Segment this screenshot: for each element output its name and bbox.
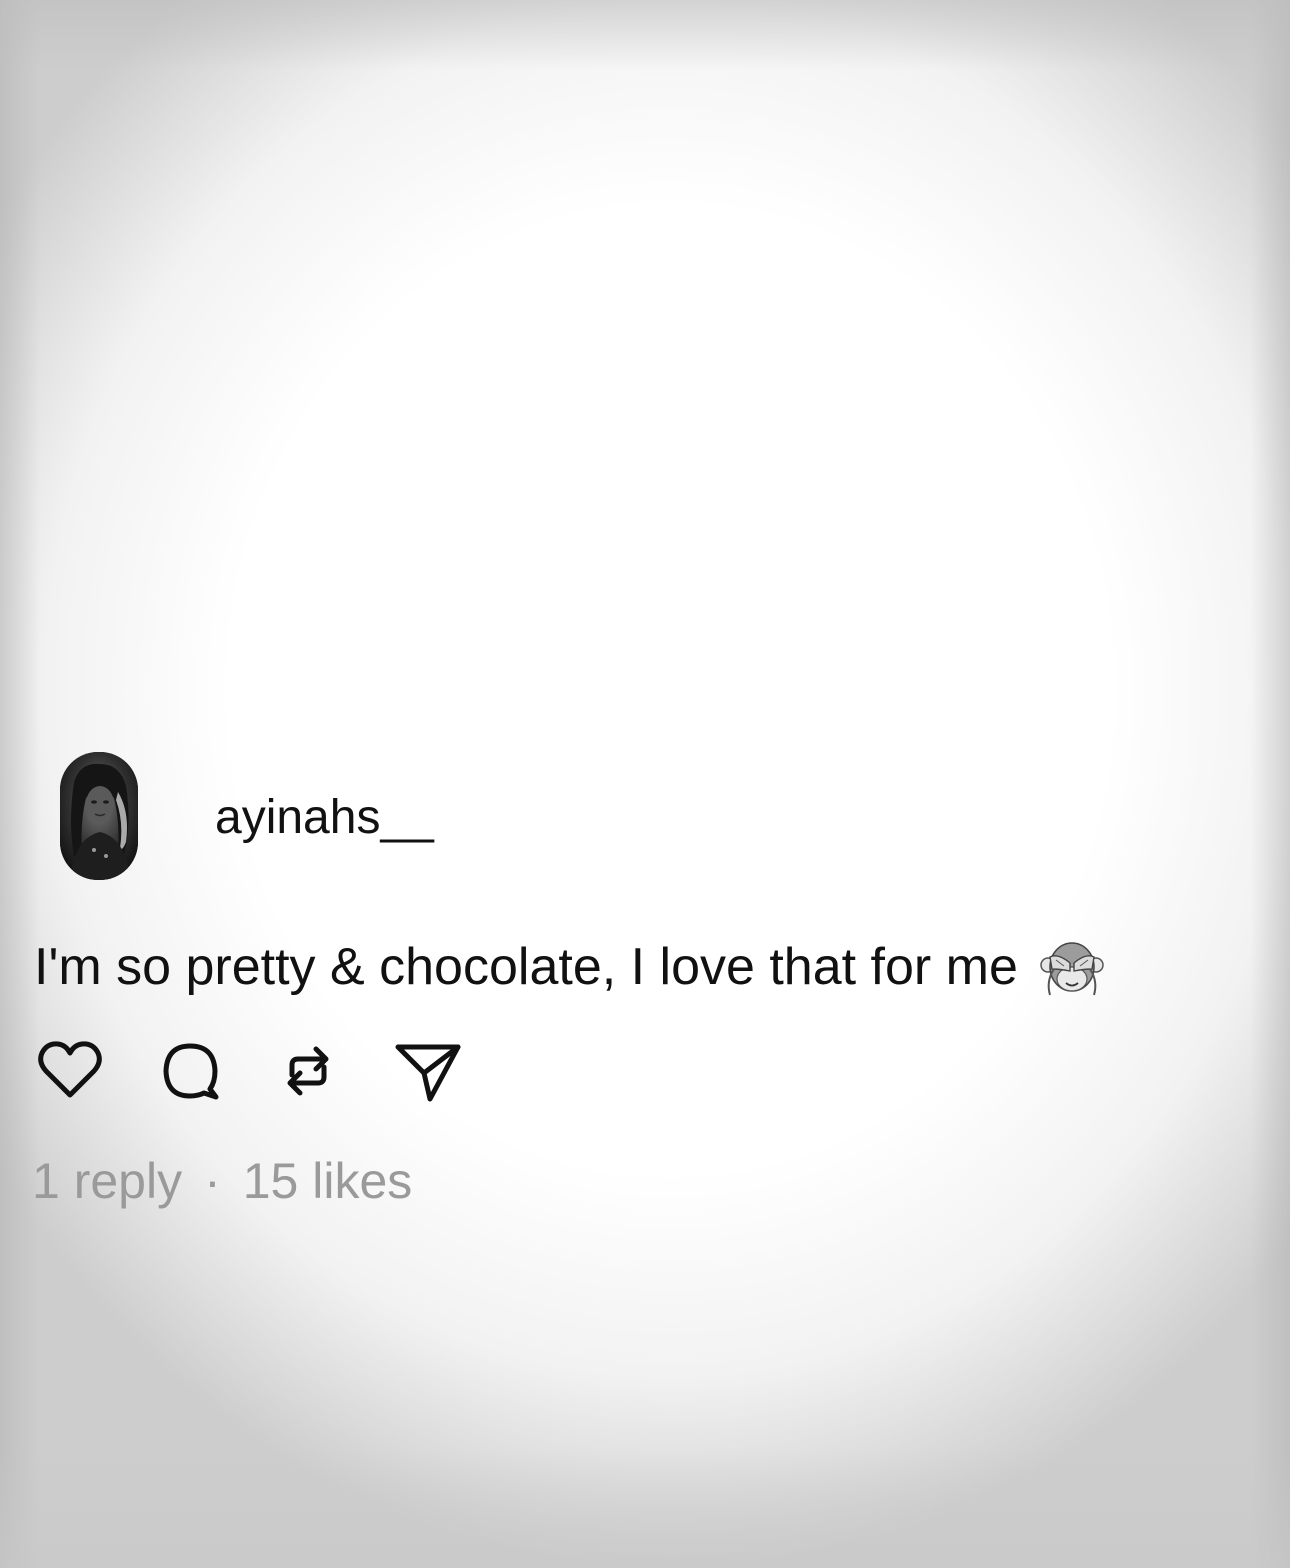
- post-text-content: I'm so pretty & chocolate, I love that f…: [34, 938, 1018, 996]
- share-button[interactable]: [392, 1035, 464, 1107]
- comment-icon: [163, 1043, 219, 1100]
- avatar-photo-icon: [60, 752, 138, 880]
- replies-count[interactable]: 1 reply: [32, 1153, 182, 1209]
- likes-count[interactable]: 15 likes: [243, 1153, 413, 1209]
- post-text: I'm so pretty & chocolate, I love that f…: [34, 935, 1104, 999]
- stats-separator: ·: [204, 1153, 221, 1209]
- avatar[interactable]: [60, 752, 138, 880]
- see-no-evil-monkey-icon: [1040, 935, 1104, 999]
- repost-button[interactable]: [272, 1035, 344, 1107]
- like-button[interactable]: [34, 1035, 106, 1107]
- username[interactable]: ayinahs__: [215, 790, 434, 845]
- heart-icon: [38, 1041, 102, 1098]
- repost-icon: [287, 1046, 329, 1096]
- thread-post: ayinahs__ I'm so pretty & chocolate, I l…: [0, 0, 1290, 1568]
- post-stats: 1 reply · 15 likes: [32, 1152, 412, 1210]
- reply-button[interactable]: [154, 1035, 226, 1107]
- share-icon: [395, 1044, 461, 1102]
